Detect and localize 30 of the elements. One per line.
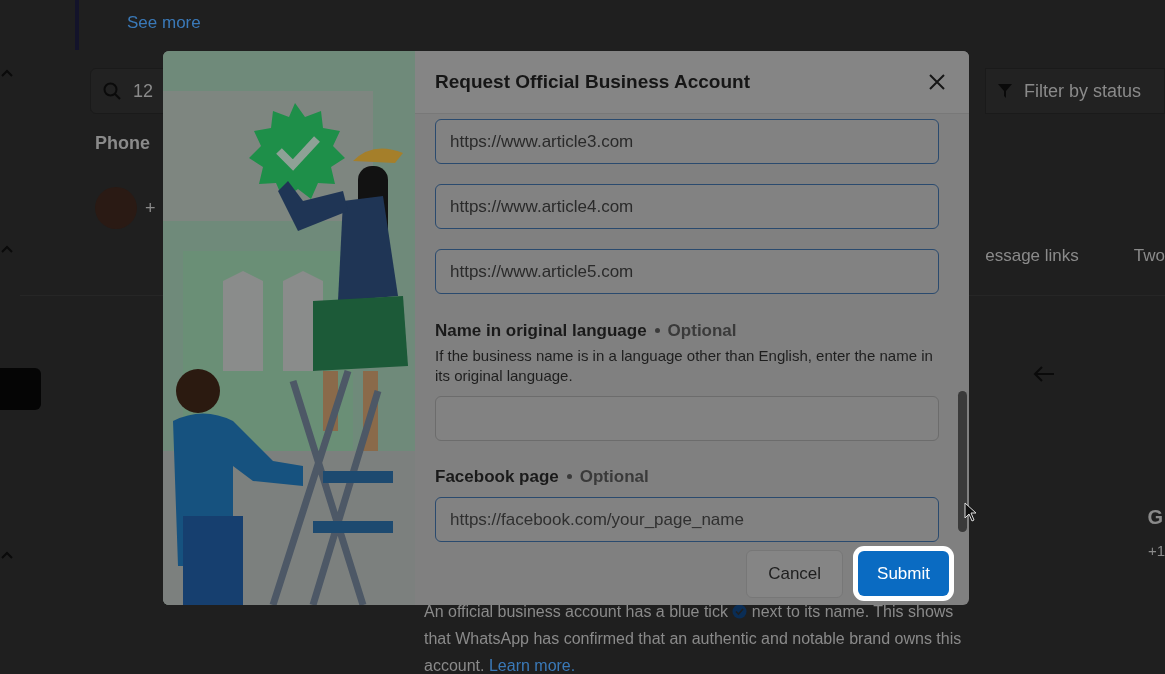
article-url-field[interactable]: https://www.article3.com [435,119,939,164]
tab[interactable]: Two [1133,243,1165,269]
dialog-title: Request Official Business Account [435,69,750,94]
field-help-text: If the business name is in a language other than English, enter the name in its original language. [435,345,934,386]
funnel-icon [998,83,1012,99]
learn-more-link[interactable]: Learn more. [488,657,576,674]
dot-separator-icon [654,328,660,334]
detail-initial: G [1147,504,1164,530]
search-value: 12 [133,79,154,103]
dot-separator-icon [566,473,572,479]
section-title: Phone [95,132,150,155]
cancel-button[interactable]: Cancel [746,549,844,598]
mouse-cursor-icon [964,502,976,522]
sidebar-button[interactable] [0,368,41,410]
close-icon [929,74,945,90]
verified-badge-icon [732,604,748,619]
field-label: Name in original language [435,320,647,342]
see-more-link[interactable]: See more [127,13,201,32]
scrollbar-thumb[interactable] [958,391,967,532]
optional-label: Optional [579,465,649,488]
detail-phone: +1 [1147,540,1165,561]
contact-phone: + [145,196,156,220]
facebook-page-field[interactable]: https://facebook.com/your_page_name [435,497,939,542]
article-url-field[interactable]: https://www.article5.com [435,249,939,294]
tab[interactable]: essage links [985,243,1079,269]
field-label: Facebook page [435,465,559,488]
article-url-field[interactable]: https://www.article4.com [435,184,939,229]
optional-label: Optional [667,320,737,342]
search-icon [103,82,121,100]
status-filter-field[interactable]: Filter by status [985,68,1165,114]
